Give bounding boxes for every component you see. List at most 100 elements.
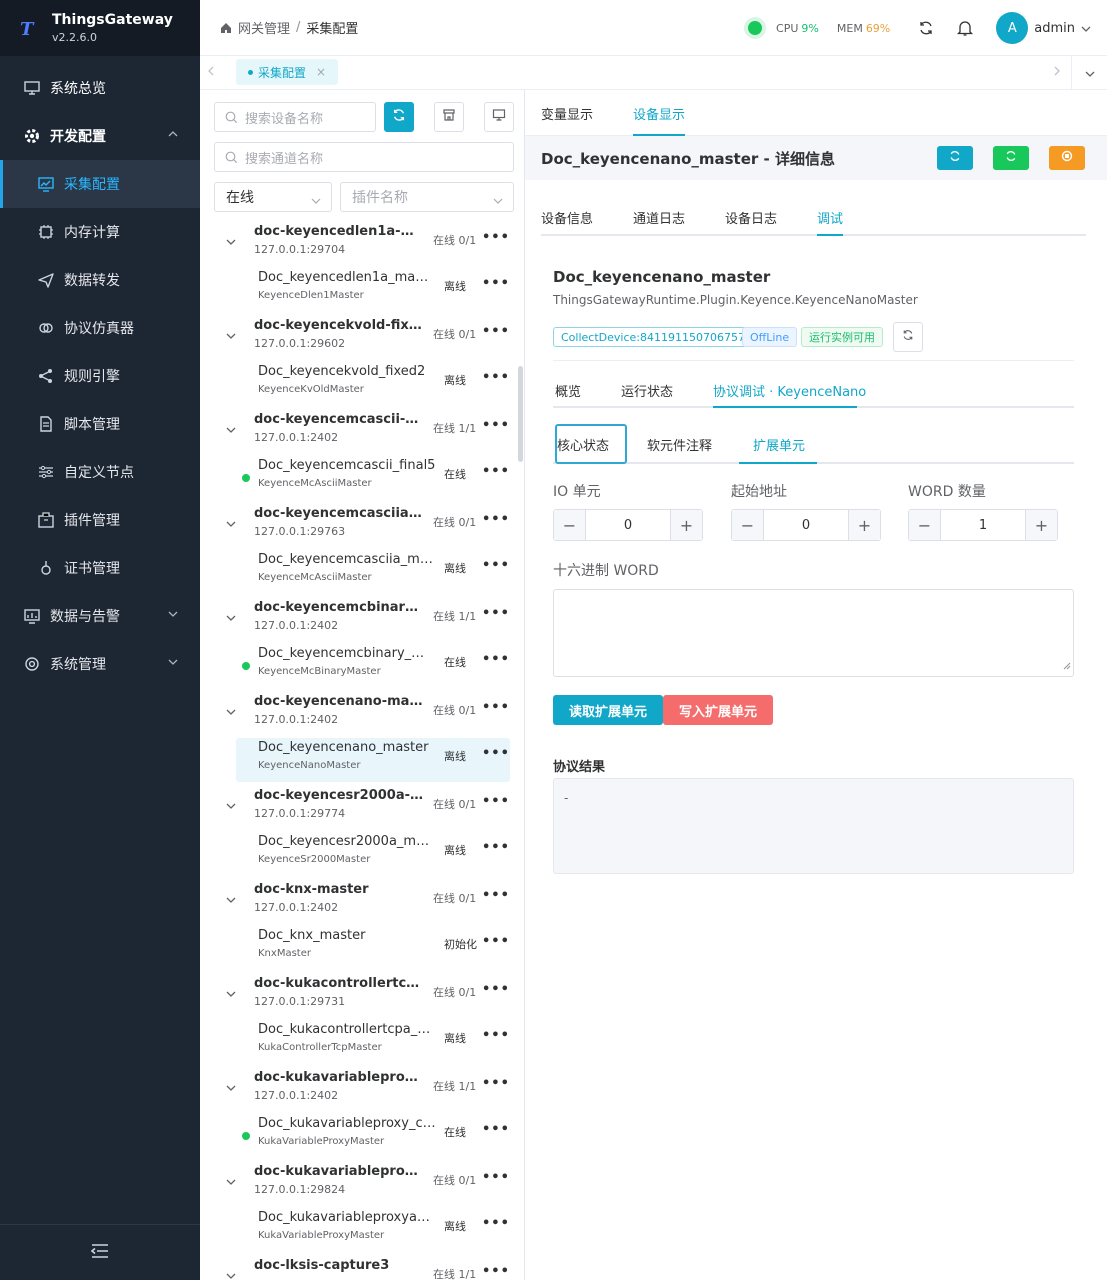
more-icon[interactable]: •••	[482, 1216, 510, 1231]
more-icon[interactable]: •••	[482, 934, 510, 949]
tree-device-row[interactable]: Doc_keyencemcasciia_manual KeyenceMcAscii…	[236, 550, 510, 594]
tab-debug[interactable]: 调试	[817, 208, 843, 227]
tab-soft-comment[interactable]: 软元件注释	[647, 435, 712, 454]
sidebar-item-plugin-manage[interactable]: 插件管理	[0, 496, 200, 544]
close-icon[interactable]: ×	[316, 65, 326, 79]
chevron-down-icon[interactable]	[226, 1080, 236, 1095]
sidebar-item-collect-config[interactable]: 采集配置	[0, 160, 200, 208]
more-icon[interactable]: •••	[482, 794, 510, 809]
sidebar-item-rule-engine[interactable]: 规则引擎	[0, 352, 200, 400]
more-icon[interactable]: •••	[482, 276, 510, 291]
plugin-filter-select[interactable]: 插件名称	[340, 182, 514, 212]
more-icon[interactable]: •••	[482, 1170, 510, 1185]
sidebar-item-memory-calc[interactable]: 内存计算	[0, 208, 200, 256]
tab-run-state[interactable]: 运行状态	[621, 381, 673, 400]
tree-channel-row[interactable]: doc-keyencemcascii-final5 127.0.0.1:2402 在…	[200, 412, 518, 458]
chevron-down-icon[interactable]	[226, 892, 236, 907]
tab-core-state[interactable]: 核心状态	[557, 435, 609, 454]
chevron-down-icon[interactable]	[226, 328, 236, 343]
chevron-down-icon[interactable]	[226, 986, 236, 1001]
tree-channel-row[interactable]: doc-keyencemcbinary-mas... 127.0.0.1:2402…	[200, 600, 518, 646]
sidebar-item-system-manage[interactable]: 系统管理	[0, 640, 200, 688]
tree-channel-row[interactable]: doc-kukavariableproxya-m... 127.0.0.1:298…	[200, 1164, 518, 1210]
tabs-scroll-left-icon[interactable]	[208, 65, 214, 79]
tree-device-row[interactable]: Doc_keyencesr2000a_manual KeyenceSr2000Ma…	[236, 832, 510, 876]
sidebar-item-overview[interactable]: 系统总览	[0, 64, 200, 112]
more-icon[interactable]: •••	[482, 1122, 510, 1137]
more-icon[interactable]: •••	[482, 464, 510, 479]
decrement-button[interactable]: −	[554, 510, 586, 540]
tree-channel-row[interactable]: doc-knx-master 127.0.0.1:2402 在线 0/1 •••	[200, 882, 518, 928]
more-icon[interactable]: •••	[482, 370, 510, 385]
more-icon[interactable]: •••	[482, 700, 510, 715]
tab-channel-log[interactable]: 通道日志	[633, 208, 685, 227]
sidebar-item-script-manage[interactable]: 脚本管理	[0, 400, 200, 448]
chevron-down-icon[interactable]	[226, 1268, 236, 1280]
tab-device-info[interactable]: 设备信息	[541, 208, 593, 227]
tree-device-row[interactable]: Doc_keyencedlen1a_manual KeyenceDlen1Mast…	[236, 268, 510, 312]
io-unit-value[interactable]: 0	[586, 510, 670, 540]
tree-device-row[interactable]: Doc_keyencemcascii_final5 KeyenceMcAsciiM…	[236, 456, 510, 500]
word-count-value[interactable]: 1	[941, 510, 1025, 540]
breadcrumb-item[interactable]: 网关管理	[238, 18, 290, 37]
tree-device-row[interactable]: Doc_kukavariableproxya_ma... KukaVariable…	[236, 1208, 510, 1252]
avatar[interactable]: A	[996, 12, 1029, 44]
tree-scrollbar[interactable]	[518, 366, 523, 462]
tree-device-row[interactable]: Doc_keyencekvold_fixed2 KeyenceKvOldMaste…	[236, 362, 510, 406]
tree-channel-row[interactable]: doc-keyencedlen1a-manual 127.0.0.1:29704 在…	[200, 224, 518, 270]
chevron-down-icon[interactable]	[226, 704, 236, 719]
chevron-down-icon[interactable]	[226, 516, 236, 531]
more-icon[interactable]: •••	[482, 982, 510, 997]
write-extension-unit-button[interactable]: 写入扩展单元	[663, 695, 773, 725]
more-icon[interactable]: •••	[482, 1028, 510, 1043]
collapse-sidebar-button[interactable]	[0, 1224, 200, 1280]
refresh-icon[interactable]	[918, 20, 934, 36]
chevron-down-icon[interactable]	[226, 422, 236, 437]
increment-button[interactable]: +	[848, 510, 880, 540]
sidebar-item-cert-manage[interactable]: 证书管理	[0, 544, 200, 592]
tree-channel-row[interactable]: doc-keyencekvold-fixed2 127.0.0.1:29602 在线…	[200, 318, 518, 364]
status-filter-select[interactable]: 在线	[214, 182, 332, 212]
more-icon[interactable]: •••	[482, 1076, 510, 1091]
sidebar-item-custom-node[interactable]: 自定义节点	[0, 448, 200, 496]
hex-word-textarea[interactable]	[553, 589, 1074, 677]
more-icon[interactable]: •••	[482, 418, 510, 433]
chevron-down-icon[interactable]	[226, 610, 236, 625]
tabs-scroll-right-icon[interactable]	[1054, 65, 1060, 79]
restart-device-button[interactable]	[993, 146, 1029, 170]
more-icon[interactable]: •••	[482, 558, 510, 573]
chevron-down-icon[interactable]	[1081, 22, 1091, 35]
tab-device-log[interactable]: 设备日志	[725, 208, 777, 227]
tree-channel-row[interactable]: doc-keyencesr2000a-manual 127.0.0.1:29774…	[200, 788, 518, 834]
more-icon[interactable]: •••	[482, 230, 510, 245]
resize-handle-icon[interactable]	[1063, 659, 1071, 674]
more-icon[interactable]: •••	[482, 840, 510, 855]
decrement-button[interactable]: −	[732, 510, 764, 540]
chevron-down-icon[interactable]	[226, 798, 236, 813]
chevron-down-icon[interactable]	[226, 234, 236, 249]
bell-icon[interactable]	[956, 19, 974, 37]
tab-variable-display[interactable]: 变量显示	[541, 104, 593, 123]
increment-button[interactable]: +	[1025, 510, 1057, 540]
increment-button[interactable]: +	[670, 510, 702, 540]
sidebar-item-data-alarm[interactable]: 数据与告警	[0, 592, 200, 640]
tree-device-row[interactable]: Doc_keyencenano_master KeyenceNanoMaster 离…	[236, 738, 510, 782]
shop-button[interactable]	[434, 102, 464, 132]
tree-device-row[interactable]: Doc_kukacontrollertcpa_man... KukaControl…	[236, 1020, 510, 1064]
tree-channel-row[interactable]: doc-lksis-capture3 在线 1/1 •••	[200, 1258, 518, 1280]
tree-channel-row[interactable]: doc-kukacontrollertcpa-ma... 127.0.0.1:29…	[200, 976, 518, 1022]
more-icon[interactable]: •••	[482, 1264, 510, 1279]
refresh-tree-button[interactable]	[384, 102, 414, 132]
user-name[interactable]: admin	[1034, 21, 1075, 36]
sidebar-item-protocol-simulator[interactable]: 协议仿真器	[0, 304, 200, 352]
tab-protocol-debug[interactable]: 协议调试 · KeyenceNano	[713, 381, 866, 400]
tab-overview[interactable]: 概览	[555, 381, 581, 400]
tab-device-display[interactable]: 设备显示	[633, 104, 685, 123]
more-icon[interactable]: •••	[482, 606, 510, 621]
tree-channel-row[interactable]: doc-kukavariableproxy-cap... 127.0.0.1:24…	[200, 1070, 518, 1116]
tabs-dropdown-button[interactable]	[1071, 56, 1107, 90]
more-icon[interactable]: •••	[482, 746, 510, 761]
tab-collect-config[interactable]: 采集配置 ×	[236, 59, 339, 85]
refresh-device-button[interactable]	[937, 146, 973, 170]
monitor-button[interactable]	[484, 102, 514, 132]
